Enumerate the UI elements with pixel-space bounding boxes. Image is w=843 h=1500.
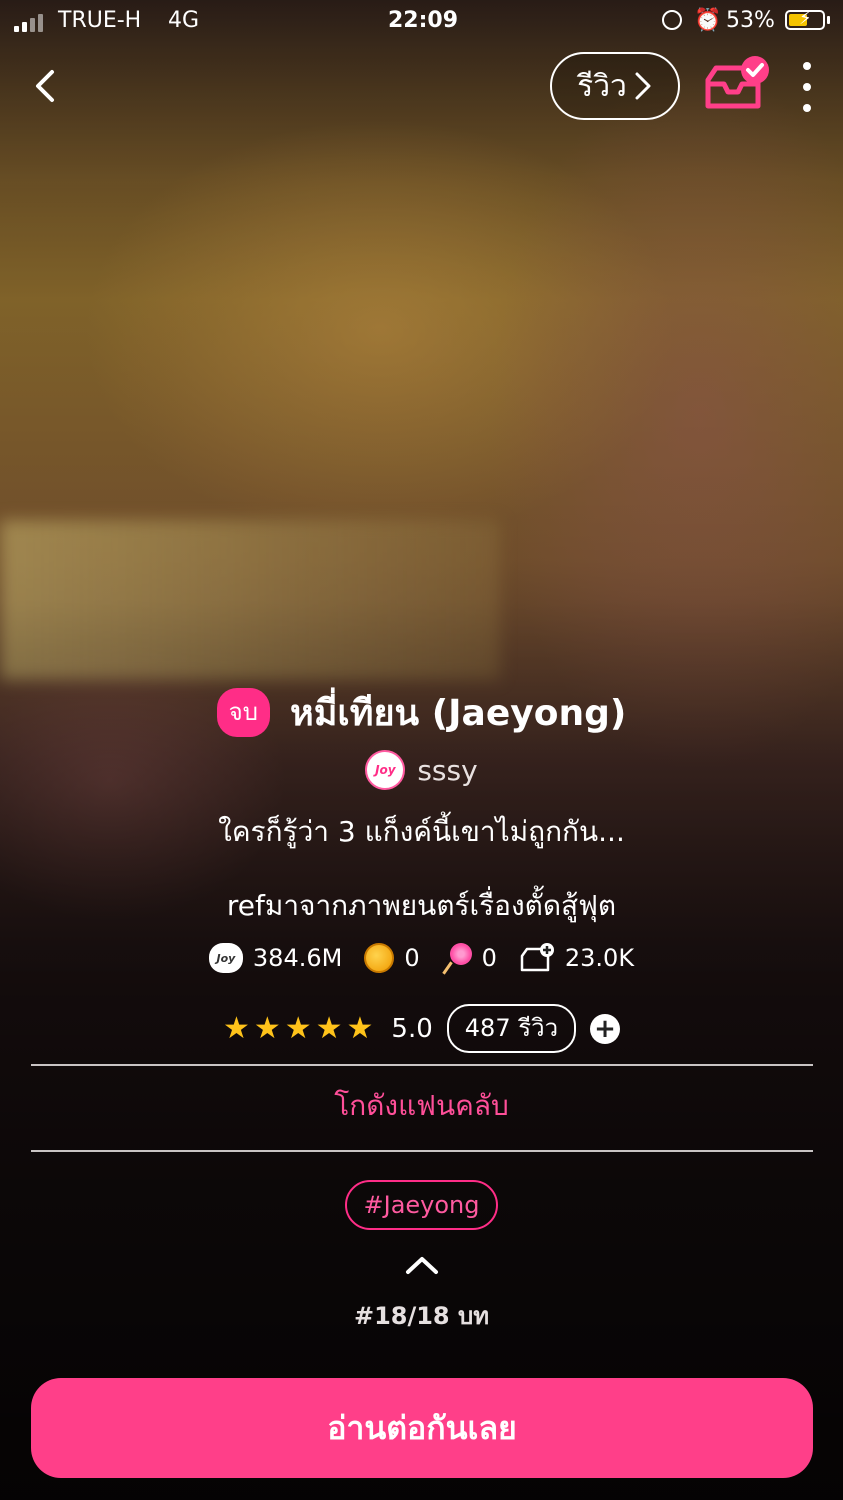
library-adds-stat: 23.0K xyxy=(519,942,634,974)
hashtag-chip[interactable]: #Jaeyong xyxy=(345,1180,498,1230)
avatar-logo-text: Joy xyxy=(375,763,396,777)
add-to-library-icon xyxy=(520,943,554,972)
fanclub-link[interactable]: โกดังแฟนคลับ xyxy=(0,1084,843,1128)
battery-icon: ⚡ xyxy=(785,8,825,30)
chevron-left-icon xyxy=(36,70,54,102)
library-added-button[interactable] xyxy=(700,54,774,116)
alarm-icon: ⏰ xyxy=(694,8,722,33)
star-rating: ★★★★★ xyxy=(222,1011,378,1046)
lollipop-icon xyxy=(442,943,472,973)
views-count: 384.6M xyxy=(252,944,343,972)
story-tagline: ใครก็รู้ว่า 3 แก็งค์นี้เขาไม่ถูกกัน... xyxy=(218,815,625,848)
story-description: refมาจากภาพยนตร์เรื่องตั้ดสู้ฟุต xyxy=(226,889,617,922)
back-button[interactable] xyxy=(28,66,68,106)
carrier-name: TRUE-H xyxy=(58,8,142,33)
completed-badge: จบ xyxy=(216,688,270,737)
continue-reading-button[interactable]: อ่านต่อกันเลย xyxy=(31,1378,813,1478)
clock: 22:09 xyxy=(388,8,459,33)
author-avatar[interactable]: Joy xyxy=(365,750,406,790)
more-vertical-icon xyxy=(803,62,811,70)
author-row[interactable]: Joy sssy xyxy=(0,750,843,790)
chapter-progress: #18/18 บท xyxy=(353,1302,490,1330)
signal-icon xyxy=(14,12,43,32)
candies-stat: 0 xyxy=(442,943,497,973)
coins-stat: 0 xyxy=(364,943,420,973)
coins-count: 0 xyxy=(404,944,420,972)
add-review-button[interactable]: + xyxy=(590,1013,621,1044)
collapse-button[interactable] xyxy=(400,1250,444,1280)
candies-count: 0 xyxy=(481,944,497,972)
library-added-icon xyxy=(705,56,769,109)
rotation-lock-icon xyxy=(662,10,682,30)
continue-reading-label: อ่านต่อกันเลย xyxy=(327,1408,517,1447)
battery-nub xyxy=(827,16,830,24)
status-bar: TRUE-H 4G 22:09 ⏰ 53% ⚡ xyxy=(0,0,843,44)
chevron-up-icon xyxy=(406,1257,438,1274)
author-name[interactable]: sssy xyxy=(417,754,477,787)
divider xyxy=(31,1150,813,1152)
more-options-button[interactable] xyxy=(792,62,822,112)
joy-views-icon: Joy xyxy=(208,943,243,973)
rating-row: ★★★★★ 5.0 487 รีวิว + xyxy=(0,1004,843,1053)
chevron-right-icon xyxy=(635,72,651,100)
views-stat: Joy 384.6M xyxy=(208,943,343,973)
battery-percent: 53% xyxy=(726,8,775,33)
story-title: หมี่เทียน (Jaeyong) xyxy=(289,693,627,734)
rating-score: 5.0 xyxy=(391,1013,433,1044)
coin-icon xyxy=(364,943,395,973)
review-button[interactable]: รีวิว xyxy=(550,52,680,120)
stats-row: Joy 384.6M 0 0 23.0K xyxy=(0,942,843,974)
title-row: จบ หมี่เทียน (Jaeyong) xyxy=(0,684,843,741)
library-adds-count: 23.0K xyxy=(564,944,635,972)
divider xyxy=(31,1064,813,1066)
plus-icon: + xyxy=(594,1013,616,1044)
review-label: รีวิว xyxy=(577,68,627,104)
reviews-count-button[interactable]: 487 รีวิว xyxy=(446,1004,577,1053)
network-type: 4G xyxy=(168,8,200,33)
